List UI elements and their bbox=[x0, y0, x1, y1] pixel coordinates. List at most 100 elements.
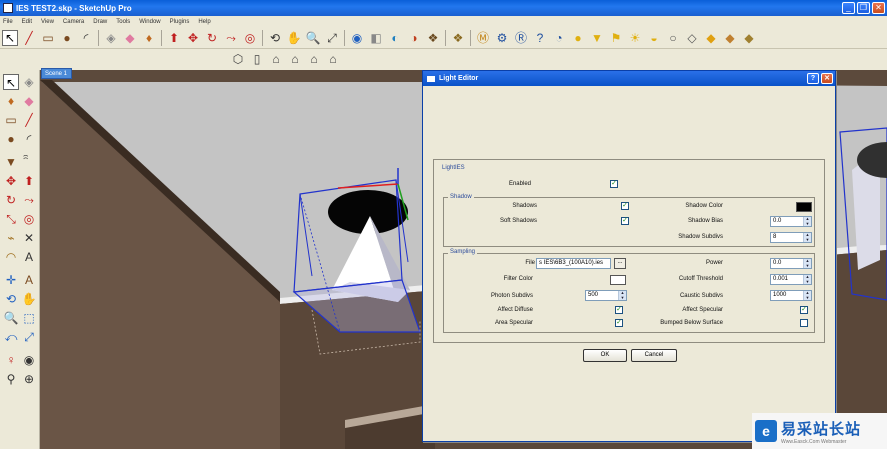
3d-text-icon[interactable]: A bbox=[21, 272, 37, 288]
previous-view-icon[interactable]: ⤺ bbox=[3, 329, 19, 345]
vray-frame-buffer-icon[interactable]: ◔ bbox=[551, 30, 567, 46]
shadow-subdivs-spinner[interactable]: 8 ▲ ▼ bbox=[770, 232, 812, 243]
affect-specular-checkbox[interactable]: ✓ bbox=[800, 306, 808, 314]
orbit-icon[interactable]: ⟲ bbox=[267, 30, 283, 46]
paint-bucket-icon[interactable]: ♦ bbox=[3, 93, 19, 109]
push-pull-icon[interactable]: ⬆ bbox=[21, 173, 37, 189]
get-models-icon[interactable]: ◉ bbox=[349, 30, 365, 46]
arc-icon[interactable]: ◜ bbox=[21, 131, 37, 147]
menu-camera[interactable]: Camera bbox=[63, 19, 84, 25]
photon-subdivs-spinner[interactable]: 500 ▲ ▼ bbox=[585, 290, 627, 301]
minimize-button[interactable]: _ bbox=[842, 2, 855, 14]
power-spinner[interactable]: 0.0 ▲ ▼ bbox=[770, 258, 812, 269]
menu-tools[interactable]: Tools bbox=[116, 19, 130, 25]
scale-icon[interactable]: ⤡ bbox=[3, 211, 19, 227]
vray-render-icon[interactable]: Ⓡ bbox=[513, 30, 529, 46]
section-plane-icon[interactable]: ⊕ bbox=[21, 371, 37, 387]
menu-file[interactable]: File bbox=[3, 19, 13, 25]
shadow-color-swatch[interactable] bbox=[796, 202, 812, 212]
vray-sphere-icon[interactable]: ○ bbox=[665, 30, 681, 46]
zoom-icon[interactable]: 🔍 bbox=[305, 30, 321, 46]
rotate-icon[interactable]: ↻ bbox=[204, 30, 220, 46]
vray-spot-light-icon[interactable]: ▼ bbox=[589, 30, 605, 46]
axes-icon[interactable]: ✛ bbox=[3, 272, 19, 288]
eraser-icon[interactable]: ◆ bbox=[122, 30, 138, 46]
front-view-icon[interactable]: ⌂ bbox=[268, 51, 284, 67]
right-view-icon[interactable]: ⌂ bbox=[287, 51, 303, 67]
select-icon[interactable]: ↖ bbox=[3, 74, 19, 90]
select-icon[interactable]: ↖ bbox=[2, 29, 18, 46]
make-component-icon[interactable]: ◈ bbox=[21, 74, 37, 90]
vray-dome-light-icon[interactable]: ◒ bbox=[646, 30, 662, 46]
ok-button[interactable]: OK bbox=[583, 349, 627, 362]
spinner-arrows-icon[interactable]: ▲ ▼ bbox=[618, 290, 626, 300]
spinner-arrows-icon[interactable]: ▲ ▼ bbox=[803, 274, 811, 284]
move-icon[interactable]: ✥ bbox=[3, 173, 19, 189]
share-component-icon[interactable]: ◑ bbox=[406, 30, 422, 46]
extension-warehouse-icon[interactable]: ❖ bbox=[450, 30, 466, 46]
protractor-icon[interactable]: ◠ bbox=[3, 249, 19, 265]
share-model-icon[interactable]: ◧ bbox=[368, 30, 384, 46]
warehouse-icon[interactable]: ❖ bbox=[425, 30, 441, 46]
dialog-help-button[interactable]: ? bbox=[807, 73, 819, 84]
zoom-extents-icon[interactable]: ⤢ bbox=[21, 329, 37, 345]
ies-file-field[interactable]: s IES\6B3_(100A10).ies bbox=[536, 258, 611, 269]
shadows-checkbox[interactable]: ✓ bbox=[621, 202, 629, 210]
vray-material-editor-icon[interactable]: Ⓜ bbox=[475, 30, 491, 46]
position-camera-icon[interactable]: ♀ bbox=[3, 352, 19, 368]
top-view-icon[interactable]: ▯ bbox=[249, 51, 265, 67]
menu-window[interactable]: Window bbox=[139, 19, 160, 25]
vray-plane-icon[interactable]: ◇ bbox=[684, 30, 700, 46]
zoom-extents-icon[interactable]: ⤢ bbox=[324, 30, 340, 46]
cutoff-threshold-spinner[interactable]: 0.001 ▲ ▼ bbox=[770, 274, 812, 285]
paint-bucket-icon[interactable]: ♦ bbox=[141, 30, 157, 46]
walk-icon[interactable]: ⚲ bbox=[3, 371, 19, 387]
line-icon[interactable]: ╱ bbox=[21, 112, 37, 128]
back-view-icon[interactable]: ⌂ bbox=[306, 51, 322, 67]
browse-file-button[interactable]: ... bbox=[614, 258, 626, 269]
arc-icon[interactable]: ◜ bbox=[78, 30, 94, 46]
rectangle-icon[interactable]: ▭ bbox=[40, 30, 56, 46]
iso-view-icon[interactable]: ⬡ bbox=[230, 51, 246, 67]
vray-proxy-icon[interactable]: ◆ bbox=[703, 30, 719, 46]
polygon-icon[interactable]: ▼ bbox=[3, 154, 19, 170]
left-view-icon[interactable]: ⌂ bbox=[325, 51, 341, 67]
follow-me-icon[interactable]: ⤳ bbox=[21, 192, 37, 208]
make-component-icon[interactable]: ◈ bbox=[103, 30, 119, 46]
circle-icon[interactable]: ● bbox=[3, 131, 19, 147]
restore-button[interactable]: ❐ bbox=[857, 2, 870, 14]
zoom-icon[interactable]: 🔍 bbox=[3, 310, 19, 326]
shadow-bias-spinner[interactable]: 0.0 ▲ ▼ bbox=[770, 216, 812, 227]
vray-sphere-light-icon[interactable]: ● bbox=[570, 30, 586, 46]
soft-shadows-checkbox[interactable]: ✓ bbox=[621, 217, 629, 225]
menu-help[interactable]: Help bbox=[198, 19, 210, 25]
cancel-button[interactable]: Cancel bbox=[631, 349, 677, 362]
affect-diffuse-checkbox[interactable]: ✓ bbox=[615, 306, 623, 314]
vray-help-icon[interactable]: ? bbox=[532, 30, 548, 46]
menu-edit[interactable]: Edit bbox=[22, 19, 32, 25]
eraser-icon[interactable]: ◆ bbox=[21, 93, 37, 109]
caustic-subdivs-spinner[interactable]: 1000 ▲ ▼ bbox=[770, 290, 812, 301]
circle-icon[interactable]: ● bbox=[59, 30, 75, 46]
spinner-arrows-icon[interactable]: ▲ ▼ bbox=[803, 290, 811, 300]
menu-plugins[interactable]: Plugins bbox=[170, 19, 190, 25]
vray-ies-light-icon[interactable]: ⚑ bbox=[608, 30, 624, 46]
pan-icon[interactable]: ✋ bbox=[286, 30, 302, 46]
spinner-arrows-icon[interactable]: ▲ ▼ bbox=[803, 258, 811, 268]
vray-options-icon[interactable]: ⚙ bbox=[494, 30, 510, 46]
dialog-close-button[interactable]: ✕ bbox=[821, 73, 833, 84]
offset-icon[interactable]: ◎ bbox=[242, 30, 258, 46]
rectangle-icon[interactable]: ▭ bbox=[3, 112, 19, 128]
look-around-icon[interactable]: ◉ bbox=[21, 352, 37, 368]
follow-me-icon[interactable]: ⤳ bbox=[223, 30, 239, 46]
enabled-checkbox[interactable]: ✓ bbox=[610, 180, 618, 188]
menu-draw[interactable]: Draw bbox=[93, 19, 107, 25]
offset-icon[interactable]: ◎ bbox=[21, 211, 37, 227]
freehand-icon[interactable]: ꩰ bbox=[21, 154, 37, 170]
close-button[interactable]: ✕ bbox=[872, 2, 885, 14]
line-icon[interactable]: ╱ bbox=[21, 30, 37, 46]
spinner-arrows-icon[interactable]: ▲ ▼ bbox=[803, 216, 811, 226]
zoom-window-icon[interactable]: ⬚ bbox=[21, 310, 37, 326]
area-specular-checkbox[interactable]: ✓ bbox=[615, 319, 623, 327]
vray-export-proxy-icon[interactable]: ◆ bbox=[722, 30, 738, 46]
